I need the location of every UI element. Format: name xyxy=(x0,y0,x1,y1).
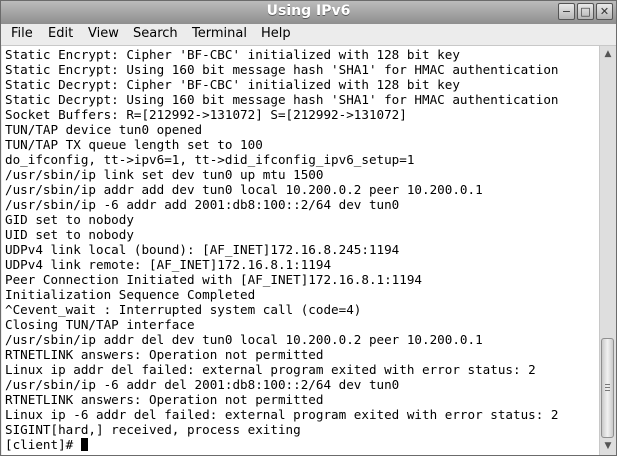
terminal-line: /usr/sbin/ip addr add dev tun0 local 10.… xyxy=(5,182,483,197)
menu-view[interactable]: View xyxy=(88,26,119,41)
menu-bar: File Edit View Search Terminal Help xyxy=(1,24,616,46)
grip-line xyxy=(605,390,610,391)
terminal-line: SIGINT[hard,] received, process exiting xyxy=(5,422,301,437)
menu-terminal[interactable]: Terminal xyxy=(192,26,247,41)
grip-line xyxy=(605,387,610,388)
title-bar[interactable]: Using IPv6 − □ ✕ xyxy=(1,1,616,25)
terminal-line: Static Decrypt: Cipher 'BF-CBC' initiali… xyxy=(5,77,460,92)
terminal-line: /usr/sbin/ip -6 addr add 2001:db8:100::2… xyxy=(5,197,400,212)
terminal-window: Using IPv6 − □ ✕ File Edit View Search T… xyxy=(0,0,617,456)
prompt-line[interactable]: [client]# xyxy=(5,437,88,452)
menu-help[interactable]: Help xyxy=(261,26,291,41)
minimize-icon[interactable]: − xyxy=(558,3,575,20)
terminal-output[interactable]: Static Encrypt: Cipher 'BF-CBC' initiali… xyxy=(2,46,600,455)
terminal-line: Peer Connection Initiated with [AF_INET]… xyxy=(5,272,423,287)
terminal-line: UDPv4 link remote: [AF_INET]172.16.8.1:1… xyxy=(5,257,332,272)
terminal-line: Static Encrypt: Using 160 bit message ha… xyxy=(5,62,559,77)
arrow-up-icon[interactable]: ▲ xyxy=(601,47,615,61)
terminal-line: /usr/sbin/ip -6 addr del 2001:db8:100::2… xyxy=(5,377,400,392)
terminal-line: GID set to nobody xyxy=(5,212,134,227)
menu-file[interactable]: File xyxy=(11,26,33,41)
terminal-line: Linux ip addr del failed: external progr… xyxy=(5,362,536,377)
terminal-line: Static Decrypt: Using 160 bit message ha… xyxy=(5,92,559,107)
terminal-line: UID set to nobody xyxy=(5,227,134,242)
terminal-line: Closing TUN/TAP interface xyxy=(5,317,195,332)
maximize-icon[interactable]: □ xyxy=(577,3,594,20)
terminal-line: Socket Buffers: R=[212992->131072] S=[21… xyxy=(5,107,407,122)
menu-search[interactable]: Search xyxy=(133,26,178,41)
close-icon[interactable]: ✕ xyxy=(596,3,613,20)
terminal-line: RTNETLINK answers: Operation not permitt… xyxy=(5,347,324,362)
scrollbar-thumb[interactable] xyxy=(601,338,614,438)
terminal-line: Static Encrypt: Cipher 'BF-CBC' initiali… xyxy=(5,47,460,62)
terminal-line: RTNETLINK answers: Operation not permitt… xyxy=(5,392,324,407)
menu-edit[interactable]: Edit xyxy=(48,26,73,41)
terminal-line: Linux ip -6 addr del failed: external pr… xyxy=(5,407,559,422)
terminal-line: Initialization Sequence Completed xyxy=(5,287,256,302)
terminal-line: UDPv4 link local (bound): [AF_INET]172.1… xyxy=(5,242,400,257)
grip-line xyxy=(605,384,610,385)
terminal-line: TUN/TAP device tun0 opened xyxy=(5,122,203,137)
terminal-line: /usr/sbin/ip addr del dev tun0 local 10.… xyxy=(5,332,483,347)
terminal-line: TUN/TAP TX queue length set to 100 xyxy=(5,137,263,152)
shell-prompt: [client]# xyxy=(5,437,81,452)
text-cursor xyxy=(80,438,88,451)
terminal-line: ^Cevent_wait : Interrupted system call (… xyxy=(5,302,362,317)
window-title: Using IPv6 xyxy=(266,3,351,19)
arrow-down-icon[interactable]: ▼ xyxy=(601,439,615,453)
terminal-line: /usr/sbin/ip link set dev tun0 up mtu 15… xyxy=(5,167,324,182)
vertical-scrollbar[interactable]: ▲ ▼ xyxy=(599,46,616,455)
terminal-line: do_ifconfig, tt->ipv6=1, tt->did_ifconfi… xyxy=(5,152,415,167)
